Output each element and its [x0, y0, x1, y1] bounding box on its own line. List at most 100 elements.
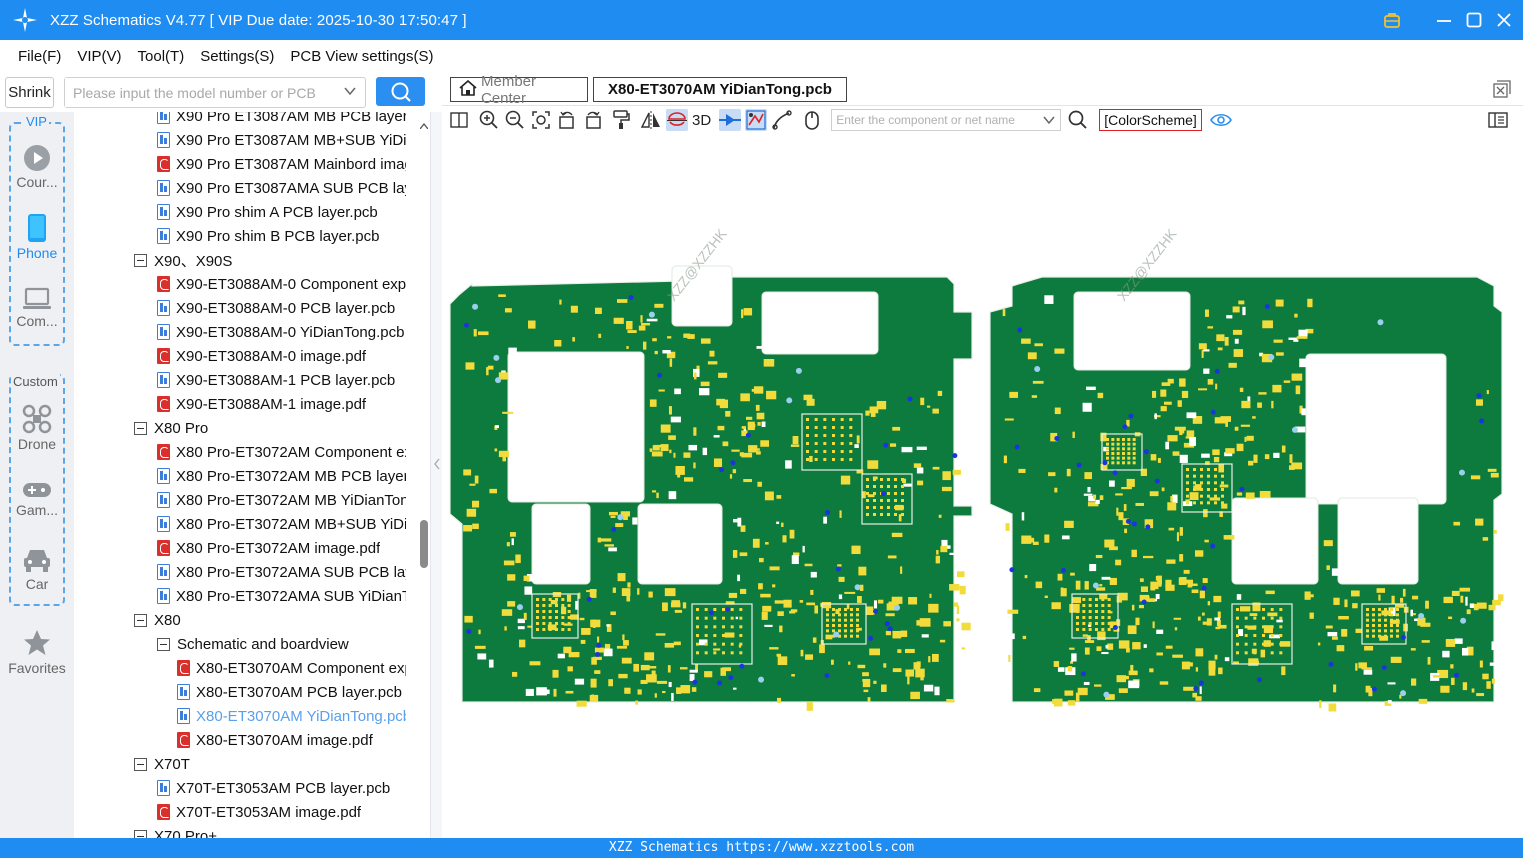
tree-file[interactable]: X90 Pro shim A PCB layer.pcb [157, 200, 406, 224]
tree-file[interactable]: X90 Pro ET3087AM Mainbord image.pdf [157, 152, 406, 176]
pcb-board-view[interactable]: XZZ@XZZHK XZZ@XZZHK [442, 134, 1523, 838]
category-computer[interactable]: Com... [0, 287, 74, 329]
collapse-toggle-icon[interactable] [157, 637, 170, 651]
close-button[interactable] [1495, 11, 1513, 29]
menu-vip[interactable]: VIP(V) [77, 48, 121, 65]
tree-folder[interactable]: Schematic and boardview [157, 632, 406, 656]
tab-current-file[interactable]: X80-ET3070AM YiDianTong.pcb [593, 77, 847, 102]
pcb-ball [1384, 634, 1387, 638]
rotate-left-icon[interactable] [556, 109, 578, 131]
panel-splitter[interactable] [430, 112, 442, 838]
flip-horizontal-icon[interactable] [640, 109, 662, 131]
split-view-icon[interactable] [448, 109, 470, 131]
color-scheme-button[interactable]: [ColorScheme] [1099, 109, 1202, 131]
tree-file[interactable]: X90-ET3088AM-0 PCB layer.pcb [157, 296, 406, 320]
collapse-toggle-icon[interactable] [134, 757, 147, 771]
collapse-toggle-icon[interactable] [134, 829, 147, 838]
collapse-toggle-icon[interactable] [134, 613, 147, 627]
tree-file[interactable]: X70T-ET3053AM image.pdf [157, 800, 406, 824]
tree-folder[interactable]: X90、X90S [134, 248, 406, 272]
trace-routing-icon[interactable] [745, 109, 768, 131]
chevron-down-icon[interactable] [343, 84, 357, 103]
pcb-pad [1475, 399, 1483, 406]
tree-folder[interactable]: X70T [134, 752, 406, 776]
pcb-pad [901, 446, 913, 453]
tree-file[interactable]: X80-ET3070AM PCB layer.pcb [177, 680, 406, 704]
collapse-toggle-icon[interactable] [134, 421, 147, 435]
menu-tool[interactable]: Tool(T) [138, 48, 185, 65]
category-drone[interactable]: Drone [0, 404, 74, 452]
menu-file[interactable]: File(F) [18, 48, 61, 65]
tree-file[interactable]: X90-ET3088AM-1 image.pdf [157, 392, 406, 416]
pcb-ball [1214, 494, 1217, 498]
tree-file[interactable]: X90 Pro ET3087AM MB+SUB YiDianTong.pcb [157, 128, 406, 152]
tree-file[interactable]: X80 Pro-ET3072AM MB PCB layer.pcb [157, 464, 406, 488]
pcb-file-icon [157, 468, 170, 484]
scrollbar-thumb[interactable] [420, 520, 428, 568]
search-button[interactable] [376, 77, 425, 106]
pcb-pad [776, 521, 780, 525]
mouse-mode-icon[interactable] [801, 109, 823, 131]
tree-folder[interactable]: X70 Pro+ [134, 824, 406, 838]
category-courses[interactable]: Cour... [0, 144, 74, 190]
tree-scrollbar[interactable] [418, 112, 430, 838]
component-search-input[interactable] [832, 110, 1038, 130]
tree-file[interactable]: X70T-ET3053AM PCB layer.pcb [157, 776, 406, 800]
tree-file[interactable]: X80 Pro-ET3072AMA SUB YiDianTong.pcb [157, 584, 406, 608]
zoom-in-icon[interactable] [478, 109, 500, 131]
tree-file[interactable]: X90 Pro ET3087AM MB PCB layer.pcb [157, 112, 406, 128]
pcb-pad [693, 427, 697, 436]
tree-file[interactable]: X80-ET3070AM YiDianTong.pcb [177, 704, 406, 728]
tree-file[interactable]: X80 Pro-ET3072AMA SUB PCB layer.pcb [157, 560, 406, 584]
component-search-icon[interactable] [1067, 109, 1089, 131]
fit-view-icon[interactable] [530, 109, 552, 131]
close-all-tabs-icon[interactable] [1493, 80, 1511, 103]
menu-pcb-view-settings[interactable]: PCB View settings(S) [290, 48, 433, 65]
paint-roller-icon[interactable] [610, 109, 632, 131]
tree-file[interactable]: X80-ET3070AM Component explanation.pdf [177, 656, 406, 680]
pcb-pad [1325, 625, 1333, 629]
pcb-pad [856, 435, 860, 444]
chevron-down-icon[interactable] [1042, 113, 1056, 132]
3d-mode-button[interactable]: 3D [692, 112, 711, 129]
category-car[interactable]: Car [0, 546, 74, 592]
collapse-toggle-icon[interactable] [134, 253, 147, 267]
tree-folder[interactable]: X80 [134, 608, 406, 632]
pcb-canvas[interactable]: XZZ@XZZHK XZZ@XZZHK [442, 134, 1523, 838]
category-phone[interactable]: Phone [0, 213, 74, 261]
tree-file[interactable]: X90-ET3088AM-0 Component explanation.pdf [157, 272, 406, 296]
model-search-input[interactable] [65, 78, 335, 107]
tree-file[interactable]: X80 Pro-ET3072AM MB YiDianTong.pcb [157, 488, 406, 512]
tree-file[interactable]: X80 Pro-ET3072AM image.pdf [157, 536, 406, 560]
pcb-ball [894, 485, 897, 488]
measure-tool-icon[interactable] [771, 109, 793, 131]
tree-file[interactable]: X90 Pro shim B PCB layer.pcb [157, 224, 406, 248]
scroll-up-icon[interactable] [419, 116, 429, 134]
tree-folder[interactable]: X80 Pro [134, 416, 406, 440]
minimize-button[interactable] [1435, 11, 1453, 29]
rotate-right-icon[interactable] [582, 109, 604, 131]
collapse-arrow-icon[interactable] [433, 457, 441, 475]
tree-file[interactable]: X90-ET3088AM-0 YiDianTong.pcb [157, 320, 406, 344]
vip-bag-icon[interactable] [1383, 11, 1401, 29]
pcb-pad [1189, 437, 1196, 446]
maximize-button[interactable] [1465, 11, 1483, 29]
tree-file[interactable]: X90-ET3088AM-1 PCB layer.pcb [157, 368, 406, 392]
tree-file[interactable]: X80 Pro-ET3072AM MB+SUB YiDianTong.pcb [157, 512, 406, 536]
pcb-pad [956, 605, 960, 615]
menu-settings[interactable]: Settings(S) [200, 48, 274, 65]
tab-member-center[interactable]: Member Center [450, 73, 588, 107]
tree-file[interactable]: X90-ET3088AM-0 image.pdf [157, 344, 406, 368]
net-highlight-icon[interactable] [719, 109, 742, 131]
eye-icon[interactable] [1209, 109, 1232, 131]
zoom-out-icon[interactable] [504, 109, 526, 131]
favorites-button[interactable]: Favorites [0, 628, 74, 676]
tree-file[interactable]: X80 Pro-ET3072AM Component explanation.p… [157, 440, 406, 464]
category-game[interactable]: Gam... [0, 480, 74, 518]
shrink-button[interactable]: Shrink [5, 77, 54, 108]
pcb-ball [1076, 604, 1079, 607]
tree-file[interactable]: X80-ET3070AM image.pdf [177, 728, 406, 752]
side-panel-toggle-icon[interactable] [1487, 109, 1509, 131]
tree-file[interactable]: X90 Pro ET3087AMA SUB PCB layer.pcb [157, 176, 406, 200]
flip-vertical-icon[interactable] [666, 109, 688, 131]
